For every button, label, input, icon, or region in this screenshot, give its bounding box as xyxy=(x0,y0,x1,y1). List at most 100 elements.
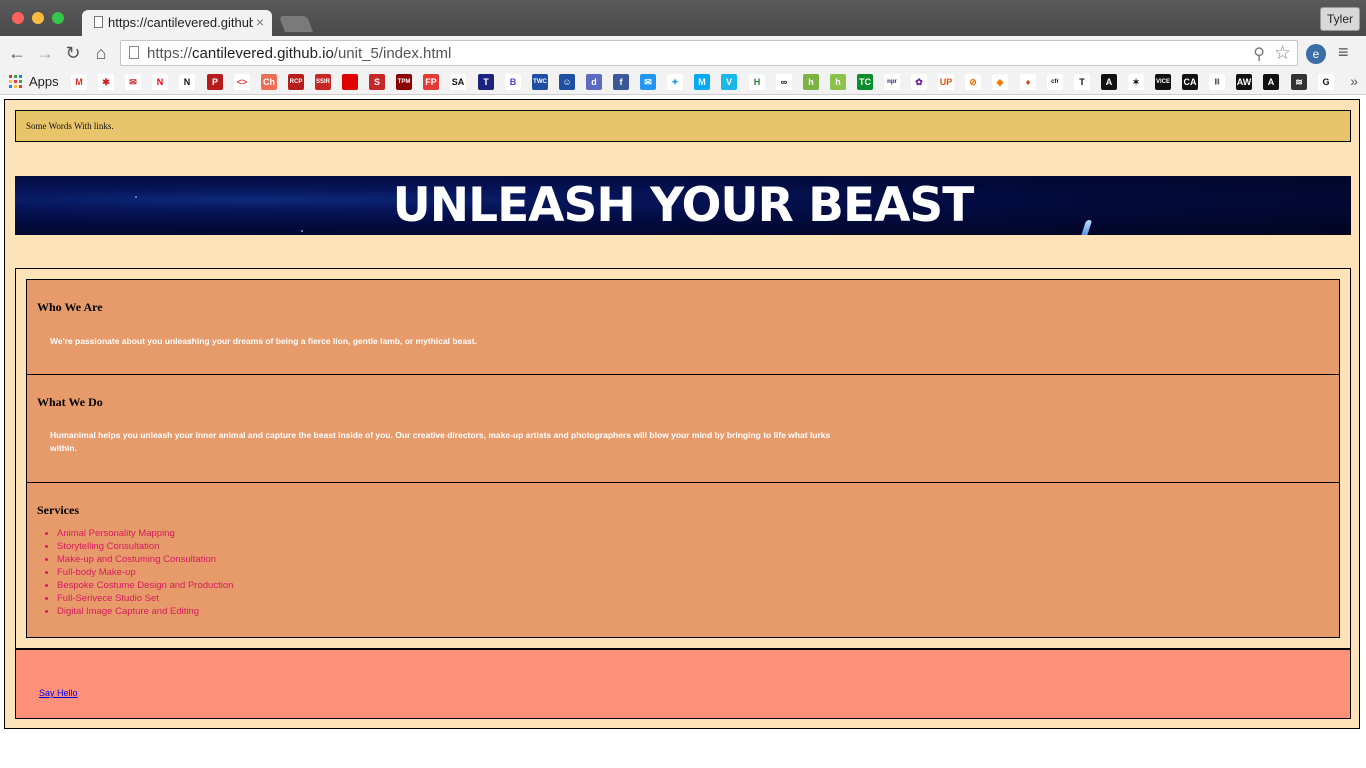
netflix-icon[interactable]: N xyxy=(152,74,168,90)
cfr-icon[interactable]: cfr xyxy=(1047,74,1063,90)
window-close-button[interactable] xyxy=(12,12,24,24)
back-arrow-icon[interactable]: ← xyxy=(6,42,28,64)
houzz-icon[interactable]: h xyxy=(803,74,819,90)
nbc-icon[interactable]: ✿ xyxy=(911,74,927,90)
bars-icon[interactable]: ||| xyxy=(1209,74,1225,90)
vimeo-icon[interactable]: V xyxy=(721,74,737,90)
home-icon[interactable]: ⌂ xyxy=(90,42,112,64)
slate-icon[interactable]: S xyxy=(369,74,385,90)
a-block-icon[interactable]: A xyxy=(1263,74,1279,90)
address-bar[interactable]: https://cantilevered.github.io/unit_5/in… xyxy=(120,40,1298,66)
who-we-are-section: Who We Are We're passionate about you un… xyxy=(26,279,1340,375)
footer: Say Hello xyxy=(15,649,1351,719)
mail-icon[interactable]: ✉ xyxy=(640,74,656,90)
more-bookmarks-icon[interactable]: » xyxy=(1350,73,1358,89)
what-body: Humanimal helps you unleash your inner a… xyxy=(50,430,831,453)
sa-icon[interactable]: SA xyxy=(450,74,466,90)
profile-button[interactable]: Tyler xyxy=(1320,7,1360,31)
ssir-icon[interactable]: SSIR xyxy=(315,74,331,90)
service-item: Storytelling Consultation xyxy=(57,540,233,553)
pinterest-p-icon[interactable]: P xyxy=(207,74,223,90)
browser-titlebar: https://cantilevered.github.io/unit_5/in… xyxy=(0,0,1366,36)
medium-icon[interactable]: M xyxy=(694,74,710,90)
fp-icon[interactable]: FP xyxy=(423,74,439,90)
browser-toolbar: ← → ↻ ⌂ https://cantilevered.github.io/u… xyxy=(0,36,1366,70)
top-bar-text: Some Words With links. xyxy=(26,121,114,131)
star-figure-icon[interactable]: ✶ xyxy=(1128,74,1144,90)
bookmarks-bar: Apps » M ✱ ✉ N N P <> Ch RCP SSIR S TPM FP SA T B TWC ☺ d f… xyxy=(0,70,1366,95)
top-bar: Some Words With links. xyxy=(15,110,1351,142)
window-maximize-button[interactable] xyxy=(52,12,64,24)
up-icon[interactable]: UP xyxy=(938,74,954,90)
service-item: Full-Serivece Studio Set xyxy=(57,592,233,605)
g-icon[interactable]: G xyxy=(1318,74,1334,90)
rcp-icon[interactable]: RCP xyxy=(288,74,304,90)
yelp-icon[interactable]: ✱ xyxy=(98,74,114,90)
window-minimize-button[interactable] xyxy=(32,12,44,24)
browser-tab[interactable]: https://cantilevered.github.io/unit_5/in… xyxy=(82,10,272,36)
fox-orange-icon[interactable]: ◆ xyxy=(992,74,1008,90)
banner-headline: UNLEASH YOUR BEAST xyxy=(392,178,975,233)
houzz-alt-icon[interactable]: h xyxy=(830,74,846,90)
services-heading: Services xyxy=(37,503,79,517)
menu-icon[interactable]: ≡ xyxy=(1338,42,1349,63)
service-item: Animal Personality Mapping xyxy=(57,527,233,540)
firefox-icon[interactable]: ♦ xyxy=(1020,74,1036,90)
services-section: Services Animal Personality Mapping Stor… xyxy=(26,482,1340,638)
service-item: Make-up and Costuming Consultation xyxy=(57,553,233,566)
who-body: We're passionate about you unleashing yo… xyxy=(50,336,477,346)
who-heading: Who We Are xyxy=(37,300,103,314)
page-viewport: Some Words With links. UNLEASH YOUR BEAS… xyxy=(0,95,1366,768)
zoom-icon[interactable]: ⚲ xyxy=(1253,44,1265,64)
bookmark-star-icon[interactable]: ☆ xyxy=(1274,42,1291,65)
vice-icon[interactable]: VICE xyxy=(1155,74,1171,90)
page-wrapper: Some Words With links. UNLEASH YOUR BEAS… xyxy=(4,99,1360,729)
h-box-icon[interactable]: H xyxy=(749,74,765,90)
tripadvisor-icon[interactable]: ∞ xyxy=(776,74,792,90)
weather-channel-icon[interactable]: TWC xyxy=(532,74,548,90)
news-n-icon[interactable]: N xyxy=(179,74,195,90)
aw-icon[interactable]: AW xyxy=(1236,74,1252,90)
services-list: Animal Personality Mapping Storytelling … xyxy=(37,527,233,618)
service-item: Digital Image Capture and Editing xyxy=(57,605,233,618)
gmail-icon[interactable]: M xyxy=(71,74,87,90)
extension-icon[interactable]: e xyxy=(1306,44,1326,64)
page-icon xyxy=(94,16,103,28)
service-item: Full-body Make-up xyxy=(57,566,233,579)
apps-label[interactable]: Apps xyxy=(29,74,59,89)
code-icon[interactable]: <> xyxy=(234,74,250,90)
what-we-do-section: What We Do Humanimal helps you unleash y… xyxy=(26,374,1340,483)
techcrunch-icon[interactable]: TC xyxy=(857,74,873,90)
ghost-icon[interactable]: ☺ xyxy=(559,74,575,90)
url-host: cantilevered.github.io xyxy=(192,45,334,62)
say-hello-link[interactable]: Say Hello xyxy=(39,688,78,698)
newspaper-red-icon[interactable]: ✉ xyxy=(125,74,141,90)
d-icon[interactable]: d xyxy=(586,74,602,90)
ca-icon[interactable]: CA xyxy=(1182,74,1198,90)
what-heading: What We Do xyxy=(37,395,103,409)
npr-icon[interactable]: npr xyxy=(884,74,900,90)
stripes-icon[interactable]: ≋ xyxy=(1291,74,1307,90)
tab-close-icon[interactable]: × xyxy=(256,14,264,30)
t-icon[interactable]: T xyxy=(478,74,494,90)
ch-icon[interactable]: Ch xyxy=(261,74,277,90)
url-scheme: https:// xyxy=(147,45,193,62)
url-path: /unit_5/index.html xyxy=(333,45,452,62)
reload-icon[interactable]: ↻ xyxy=(62,42,84,64)
service-item: Bespoke Costume Design and Production xyxy=(57,579,233,592)
red-square-icon[interactable] xyxy=(342,74,358,90)
a-slash-icon[interactable]: A xyxy=(1101,74,1117,90)
tab-title: https://cantilevered.github.io/unit_5/in… xyxy=(108,15,253,30)
hero-banner: UNLEASH YOUR BEAST xyxy=(15,176,1351,235)
tpm-icon[interactable]: TPM xyxy=(396,74,412,90)
forward-arrow-icon[interactable]: → xyxy=(34,42,56,64)
twitter-icon[interactable]: ✦ xyxy=(667,74,683,90)
orange-circle-icon[interactable]: ⊘ xyxy=(965,74,981,90)
facebook-icon[interactable]: f xyxy=(613,74,629,90)
new-tab-button[interactable] xyxy=(279,16,313,32)
url-text[interactable]: https://cantilevered.github.io/unit_5/in… xyxy=(147,45,451,62)
b-icon[interactable]: B xyxy=(505,74,521,90)
nyt-icon[interactable]: T xyxy=(1074,74,1090,90)
apps-grid-icon[interactable] xyxy=(9,75,23,89)
page-icon xyxy=(129,46,139,59)
